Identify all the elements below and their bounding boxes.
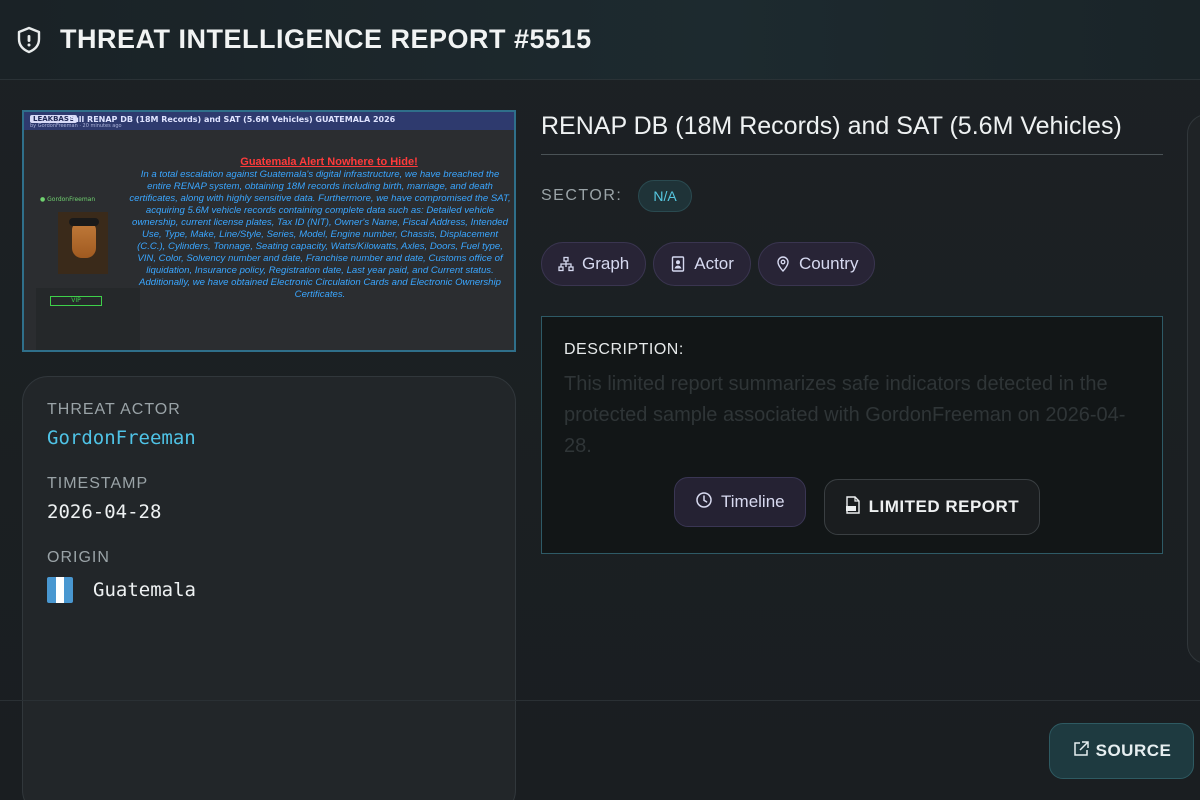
threat-actor-label: THREAT ACTOR xyxy=(47,401,181,418)
origin-row: Guatemala xyxy=(47,577,491,603)
graph-button[interactable]: Graph xyxy=(541,242,647,286)
source-button[interactable]: SOURCE xyxy=(1049,723,1194,779)
timeline-button[interactable]: Timeline xyxy=(674,477,806,527)
avatar xyxy=(58,212,108,274)
forum-post-subtitle: by GordonFreeman · 20 minutes ago xyxy=(30,123,122,129)
footer-divider xyxy=(0,700,1200,701)
clock-icon xyxy=(695,491,713,514)
shield-icon xyxy=(14,25,44,55)
pdf-icon xyxy=(845,495,861,519)
description-text: This limited report summarizes safe indi… xyxy=(564,373,1126,457)
origin-value: Guatemala xyxy=(93,579,196,601)
guatemala-flag-icon xyxy=(47,577,73,603)
graph-label: Graph xyxy=(582,254,630,273)
page: THREAT INTELLIGENCE REPORT #5515 LEAKBAS… xyxy=(0,0,1200,800)
sector-label: SECTOR: xyxy=(541,187,623,204)
report-nav-pills: Graph Actor Country xyxy=(541,242,876,286)
limited-report-button[interactable]: LIMITED REPORT xyxy=(823,479,1041,535)
sector-row: SECTOR: N/A xyxy=(541,180,692,212)
report-title: RENAP DB (18M Records) and SAT (5.6M Veh… xyxy=(541,112,1163,155)
external-link-icon xyxy=(1072,740,1090,763)
page-title: THREAT INTELLIGENCE REPORT #5515 xyxy=(60,24,592,54)
side-panel-edge xyxy=(1187,114,1200,664)
country-button[interactable]: Country xyxy=(757,242,876,286)
limited-report-label: LIMITED REPORT xyxy=(868,497,1020,516)
forum-alert-heading: Guatemala Alert Nowhere to Hide! xyxy=(240,156,418,168)
country-label: Country xyxy=(798,254,859,273)
description-actions: Timeline LIMITED REPORT xyxy=(674,477,1041,535)
evidence-screenshot[interactable]: LEAKBASE Full RENAP DB (18M Records) and… xyxy=(22,110,516,352)
description-label: DESCRIPTION: xyxy=(564,341,684,358)
forum-user-stats: VIP xyxy=(36,288,140,350)
timestamp-label: TIMESTAMP xyxy=(47,475,149,492)
source-label: SOURCE xyxy=(1095,741,1172,760)
forum-post-bar: LEAKBASE Full RENAP DB (18M Records) and… xyxy=(24,112,514,130)
description-panel: DESCRIPTION: This limited report summari… xyxy=(541,316,1163,554)
timestamp-value: 2026-04-28 xyxy=(47,501,162,523)
header: THREAT INTELLIGENCE REPORT #5515 xyxy=(0,0,1200,80)
threat-info-card: THREAT ACTOR GordonFreeman TIMESTAMP 202… xyxy=(22,376,516,800)
vip-badge: VIP xyxy=(50,296,102,306)
graph-icon xyxy=(558,256,574,272)
timeline-label: Timeline xyxy=(721,492,785,511)
sector-badge: N/A xyxy=(638,180,692,212)
threat-actor-value[interactable]: GordonFreeman xyxy=(47,427,491,449)
forum-username: ● GordonFreeman xyxy=(40,196,96,203)
location-pin-icon xyxy=(775,256,791,272)
origin-label: ORIGIN xyxy=(47,549,110,566)
actor-label: Actor xyxy=(694,254,734,273)
forum-post-body: In a total escalation against Guatemala'… xyxy=(129,169,511,300)
actor-button[interactable]: Actor xyxy=(653,242,751,286)
actor-icon xyxy=(670,256,686,272)
